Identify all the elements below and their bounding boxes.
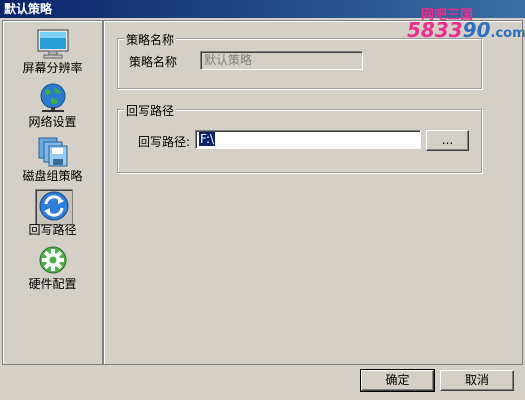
policy-name-label: 策略名称: [129, 55, 178, 69]
monitor-icon: [37, 29, 69, 59]
disk-group-icon: [37, 137, 69, 167]
writeback-path-value: F:\: [199, 132, 216, 146]
ok-button[interactable]: 确定: [360, 369, 435, 392]
sidebar-item-label: 磁盘组策略: [22, 169, 83, 183]
cancel-button[interactable]: 取消: [440, 370, 514, 391]
writeback-arrows-icon: [35, 189, 73, 225]
sidebar-item-label: 网络设置: [28, 115, 77, 129]
policy-name-field: 默认策略: [200, 51, 363, 70]
writeback-path-group: 回写路径 回写路径: F:\ ...: [117, 102, 482, 173]
sidebar: 屏幕分辨率 网络设置 磁盘组策略 回写路径 硬件配置: [2, 20, 103, 365]
settings-panel: 策略名称 策略名称 默认策略 回写路径 回写路径: F:\ ...: [103, 20, 523, 365]
writeback-path-label: 回写路径:: [138, 135, 191, 149]
window-title: 默认策略: [4, 2, 53, 16]
policy-name-group: 策略名称 策略名称 默认策略: [117, 31, 482, 89]
globe-network-icon: [37, 83, 69, 113]
sidebar-item-label: 屏幕分辨率: [22, 61, 83, 75]
hardware-gear-icon: [37, 245, 69, 275]
browse-button[interactable]: ...: [426, 130, 469, 151]
sidebar-item-resolution[interactable]: 屏幕分辨率: [3, 25, 102, 77]
writeback-path-input[interactable]: F:\: [195, 130, 421, 149]
sidebar-item-label: 硬件配置: [28, 277, 77, 291]
sidebar-item-disk-policy[interactable]: 磁盘组策略: [3, 133, 102, 185]
sidebar-item-label: 回写路径: [28, 223, 77, 237]
sidebar-item-hardware[interactable]: 硬件配置: [3, 241, 102, 293]
sidebar-item-network[interactable]: 网络设置: [3, 79, 102, 131]
policy-name-group-title: 策略名称: [124, 31, 177, 48]
sidebar-item-writeback[interactable]: 回写路径: [3, 187, 102, 239]
writeback-path-group-title: 回写路径: [124, 102, 177, 119]
